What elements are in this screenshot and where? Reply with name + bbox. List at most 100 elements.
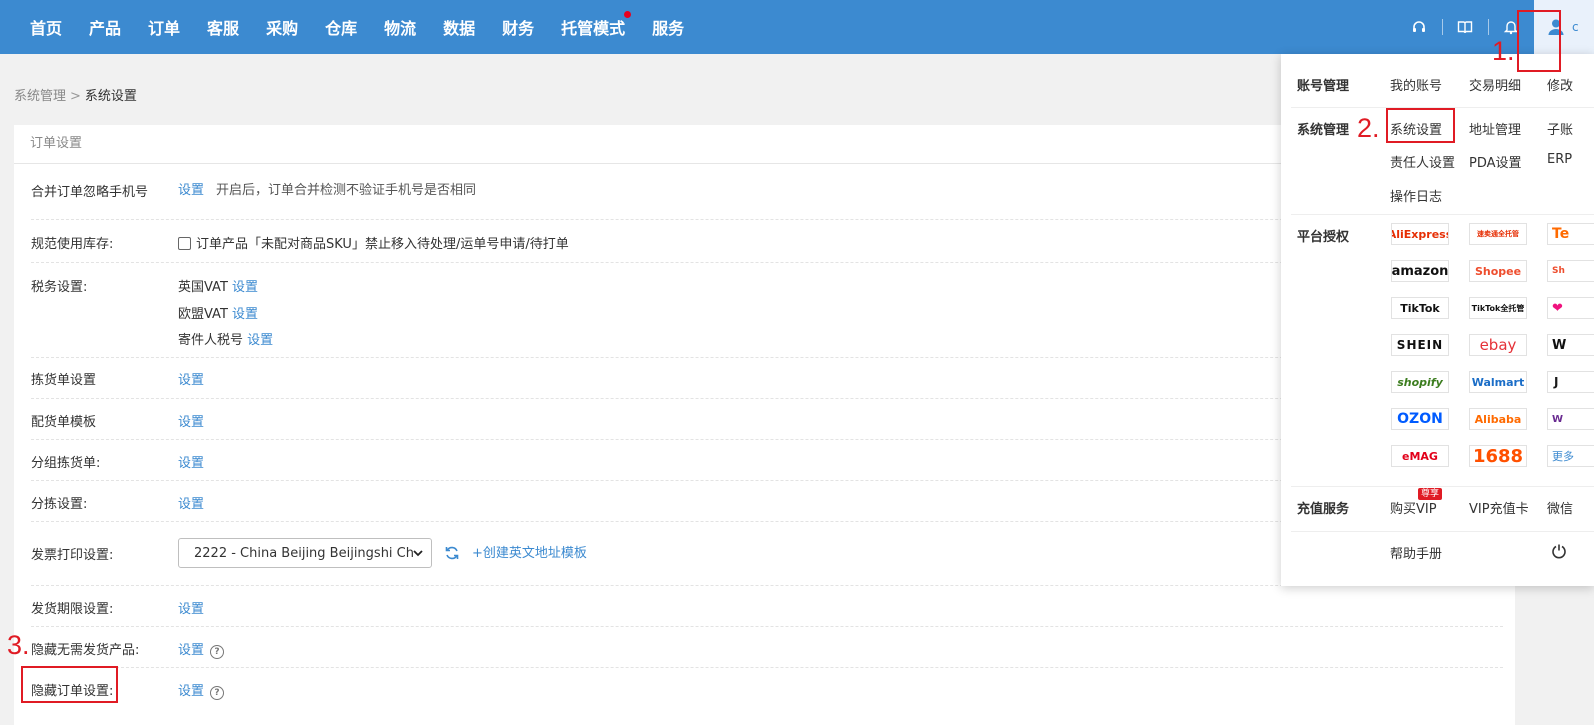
section-title-recharge: 充值服务: [1297, 502, 1350, 517]
refresh-icon[interactable]: [444, 545, 460, 561]
logo-lazada[interactable]: ❤: [1547, 297, 1594, 319]
logo-shopee-2[interactable]: Sh: [1547, 260, 1594, 282]
annotation-box-hide-orders: [21, 666, 118, 703]
tax-uk-vat: 英国VAT 设置: [178, 276, 258, 295]
logo-wildberries[interactable]: W: [1547, 408, 1594, 430]
logo-shein[interactable]: SHEIN: [1391, 334, 1449, 356]
menu-item-sub-accounts[interactable]: 子账: [1547, 119, 1573, 138]
more-platforms-link[interactable]: 更多: [1547, 445, 1594, 467]
logo-aliexpress-hosted[interactable]: 速卖通全托管: [1469, 223, 1527, 245]
settings-link[interactable]: 设置: [232, 280, 258, 295]
section-title-account: 账号管理: [1297, 79, 1350, 94]
nav-home[interactable]: 首页: [30, 15, 62, 39]
settings-link[interactable]: 设置: [178, 598, 204, 617]
nav-hosted-mode[interactable]: 托管模式: [561, 11, 632, 39]
nav-data[interactable]: 数据: [443, 15, 475, 39]
logo-walmart[interactable]: Walmart: [1469, 371, 1527, 393]
setting-label: 分组拣货单:: [31, 456, 101, 471]
nav-services[interactable]: 服务: [652, 15, 684, 39]
logo-jd[interactable]: J: [1547, 371, 1594, 393]
setting-label: 规范使用库存:: [31, 237, 114, 252]
setting-label: 配货单模板: [31, 415, 97, 430]
logo-aliexpress[interactable]: AliExpress: [1391, 223, 1449, 245]
logo-temu[interactable]: Te: [1547, 223, 1594, 245]
help-icon[interactable]: ?: [210, 686, 225, 700]
setting-label: 隐藏无需发货产品:: [31, 643, 140, 658]
logo-emag[interactable]: eMAG: [1391, 445, 1449, 467]
nav-products[interactable]: 产品: [89, 15, 121, 39]
tax-sender-id: 寄件人税号 设置: [178, 329, 273, 348]
menu-item-address-management[interactable]: 地址管理: [1469, 119, 1521, 138]
menu-item-help-manual[interactable]: 帮助手册: [1390, 543, 1442, 562]
logo-ebay[interactable]: ebay: [1469, 334, 1527, 356]
setting-label: 拣货单设置: [31, 373, 97, 388]
setting-label: 分拣设置:: [31, 497, 88, 512]
settings-link[interactable]: 设置: [232, 307, 258, 322]
nav-orders[interactable]: 订单: [148, 15, 180, 39]
premium-badge: 尊享: [1418, 488, 1443, 500]
setting-value: 设置?: [178, 639, 225, 659]
setting-row-shipping-deadline: 发货期限设置: 设置: [31, 586, 1503, 627]
annotation-box-system-settings: [1386, 108, 1455, 143]
menu-item-modify[interactable]: 修改: [1547, 75, 1573, 94]
create-english-address-template-link[interactable]: +创建英文地址模板: [472, 546, 587, 561]
divider: [1291, 214, 1594, 215]
menu-item-responsible-person[interactable]: 责任人设置: [1390, 152, 1455, 171]
nav-logistics[interactable]: 物流: [384, 15, 416, 39]
settings-link[interactable]: 设置: [178, 452, 204, 471]
unpaired-sku-checkbox[interactable]: [178, 237, 191, 250]
divider: [1291, 486, 1594, 487]
nav-customer-service[interactable]: 客服: [207, 15, 239, 39]
menu-item-erp[interactable]: ERP: [1547, 152, 1572, 167]
menu-item-operation-log[interactable]: 操作日志: [1390, 186, 1442, 205]
notification-dot: [624, 11, 632, 18]
logo-tiktok-hosted[interactable]: TikTok全托管: [1469, 297, 1527, 319]
top-navigation-bar: 首页 产品 订单 客服 采购 仓库 物流 数据 财务 托管模式 服务 c: [0, 0, 1594, 54]
settings-link[interactable]: 设置: [178, 411, 204, 430]
logo-shopee[interactable]: Shopee: [1469, 260, 1527, 282]
settings-link[interactable]: 设置: [178, 369, 204, 388]
nav-warehouse[interactable]: 仓库: [325, 15, 357, 39]
logo-shopify[interactable]: shopify: [1391, 371, 1449, 393]
heart-icon: ❤: [1552, 300, 1563, 316]
address-template-select[interactable]: 2222 - China Beijing Beijingshi Chang: [178, 538, 432, 568]
menu-item-vip-card[interactable]: VIP充值卡: [1469, 498, 1529, 517]
settings-link[interactable]: 设置: [178, 183, 204, 198]
logo-ozon[interactable]: OZON: [1391, 408, 1449, 430]
help-icon[interactable]: ?: [210, 645, 225, 659]
breadcrumb-current: 系统设置: [84, 89, 137, 104]
settings-link[interactable]: 设置: [178, 643, 204, 658]
nav-purchase[interactable]: 采购: [266, 15, 298, 39]
setting-value: 设置?: [178, 680, 225, 700]
logo-1688[interactable]: 1688: [1469, 445, 1527, 467]
logo-alibaba[interactable]: Alibaba: [1469, 408, 1527, 430]
menu-item-wechat[interactable]: 微信: [1547, 498, 1573, 517]
breadcrumb-parent[interactable]: 系统管理: [14, 89, 66, 104]
setting-value: 订单产品「未配对商品SKU」禁止移入待处理/运单号申请/待打单: [178, 233, 569, 252]
logo-amazon[interactable]: amazon: [1391, 260, 1449, 282]
headset-icon[interactable]: [1396, 0, 1442, 54]
setting-label: 合并订单忽略手机号: [31, 185, 149, 200]
annotation-box-user: [1517, 10, 1561, 72]
logo-wish[interactable]: W: [1547, 334, 1594, 356]
menu-item-transactions[interactable]: 交易明细: [1469, 75, 1521, 94]
section-title-system: 系统管理: [1297, 123, 1350, 138]
settings-link[interactable]: 设置: [178, 493, 204, 512]
settings-link[interactable]: 设置: [178, 684, 204, 699]
settings-link[interactable]: 设置: [247, 333, 273, 348]
setting-row-hide-no-ship-products: 隐藏无需发货产品: 设置?: [31, 627, 1503, 668]
setting-hint: 开启后，订单合并检测不验证手机号是否相同: [216, 183, 477, 198]
setting-value: 2222 - China Beijing Beijingshi Chang +创…: [178, 538, 587, 568]
menu-item-pda-settings[interactable]: PDA设置: [1469, 152, 1522, 171]
menu-item-buy-vip[interactable]: 购买VIP: [1390, 498, 1437, 517]
logo-tiktok[interactable]: TikTok: [1391, 297, 1449, 319]
nav-finance[interactable]: 财务: [502, 15, 534, 39]
tax-label: 寄件人税号: [178, 333, 244, 348]
book-icon[interactable]: [1442, 0, 1488, 54]
setting-label: 发票打印设置:: [31, 548, 114, 563]
setting-label: 发货期限设置:: [31, 602, 114, 617]
menu-item-my-account[interactable]: 我的账号: [1390, 75, 1442, 94]
power-icon[interactable]: [1551, 543, 1567, 559]
nav-hosted-mode-label: 托管模式: [561, 19, 626, 38]
breadcrumb: 系统管理 > 系统设置: [14, 85, 137, 104]
